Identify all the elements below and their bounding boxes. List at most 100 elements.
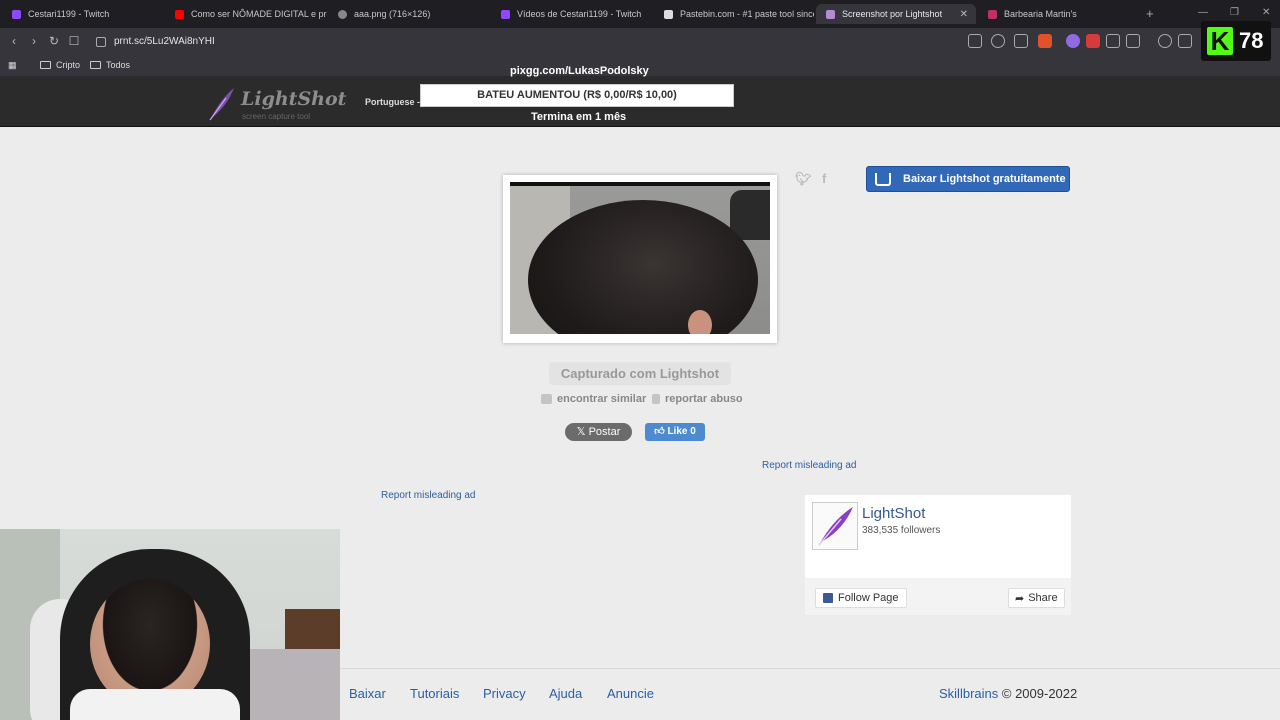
find-similar-link[interactable]: encontrar similar [541, 393, 646, 405]
download-lightshot-button[interactable]: Baixar Lightshot gratuitamente [866, 166, 1070, 192]
tab-lightshot[interactable]: Screenshot por Lightshot ✕ [816, 4, 976, 24]
bookmark-icon[interactable]: ☐ [66, 33, 82, 49]
tab-title: aaa.png (716×126) [354, 9, 431, 19]
close-window-icon[interactable]: ✕ [1262, 7, 1270, 18]
webcam-bed [240, 649, 340, 720]
reload-icon[interactable]: ↻ [46, 33, 62, 49]
folder-icon [40, 61, 51, 69]
bookmark-folder-todos[interactable]: Todos [90, 60, 130, 70]
promo-goal-box: BATEU AUMENTOU (R$ 0,00/R$ 10,00) [420, 84, 734, 107]
captured-with-lightshot: Capturado com Lightshot [549, 362, 731, 385]
tweet-button[interactable]: 𝕏 Postar [565, 423, 632, 441]
find-similar-label: encontrar similar [557, 393, 647, 405]
footer-link-anuncie[interactable]: Anuncie [607, 686, 654, 701]
puzzle-icon[interactable] [1106, 34, 1120, 48]
forward-icon[interactable]: › [26, 33, 42, 49]
feather-icon [826, 9, 835, 19]
tab-barbearia[interactable]: Barbearia Martin's [978, 4, 1140, 24]
webcam-overlay [0, 529, 340, 720]
kick-logo-icon: K [1207, 27, 1233, 55]
copyright-years: © 2009-2022 [1001, 686, 1078, 701]
tab-twitch-videos[interactable]: Vídeos de Cestari1199 - Twitch [491, 4, 653, 24]
zoom-icon[interactable] [991, 34, 1005, 48]
language-selector[interactable]: Portuguese - [365, 97, 420, 107]
music-icon[interactable] [1158, 34, 1172, 48]
download-icon [875, 172, 891, 186]
page-avatar[interactable] [812, 502, 858, 550]
skillbrains-link[interactable]: Skillbrains [939, 686, 998, 701]
logo-name: LightShot [241, 88, 347, 110]
minimize-icon[interactable]: — [1198, 7, 1208, 18]
extension-icon[interactable] [1066, 34, 1080, 48]
flag-icon [652, 394, 660, 404]
folder-icon [90, 61, 101, 69]
url-text: prnt.sc/5Lu2WAi8nYHI [114, 36, 215, 47]
share-icon[interactable] [1014, 34, 1028, 48]
pastebin-icon [664, 9, 673, 19]
download-label: Baixar Lightshot gratuitamente [903, 173, 1066, 185]
facebook-icon [823, 593, 833, 603]
tab-title: Barbearia Martin's [1004, 9, 1077, 19]
facebook-icon[interactable]: f [822, 171, 826, 186]
tab-youtube-video[interactable]: Como ser NÔMADE DIGITAL e prog [165, 4, 327, 24]
wallet-icon[interactable] [1126, 34, 1140, 48]
follow-label: Follow Page [838, 592, 899, 604]
like-label: Like 0 [667, 426, 696, 437]
site-info-icon[interactable] [96, 36, 106, 47]
report-ad-link[interactable]: Report misleading ad [762, 460, 857, 471]
extension-icon[interactable] [1086, 34, 1100, 48]
twitter-icon[interactable]: 🐦︎ [795, 171, 812, 187]
tab-title: Vídeos de Cestari1199 - Twitch [517, 9, 642, 19]
browser-tab-bar: Cestari1199 - Twitch Como ser NÔMADE DIG… [0, 0, 1280, 28]
twitch-icon [12, 9, 21, 19]
footer-link-tutoriais[interactable]: Tutoriais [410, 686, 459, 701]
screenshot-image[interactable] [510, 182, 770, 334]
share-button[interactable]: ➦ Share [1008, 588, 1065, 608]
feather-logo-icon [818, 507, 853, 546]
footer-link-ajuda[interactable]: Ajuda [549, 686, 582, 701]
share-label: Share [1028, 592, 1058, 604]
facebook-page-widget: LightShot 383,535 followers Follow Page … [805, 495, 1071, 615]
report-abuse-link[interactable]: reportar abuso [652, 393, 743, 405]
address-bar: ‹ › ↻ ☐ prnt.sc/5Lu2WAi8nYHI [0, 28, 1280, 55]
footer-link-baixar[interactable]: Baixar [349, 686, 386, 701]
sidebar-icon[interactable] [1178, 34, 1192, 48]
tab-title: Como ser NÔMADE DIGITAL e prog [191, 9, 327, 19]
new-tab-icon[interactable]: + [1146, 6, 1154, 21]
facebook-like-button[interactable]: 👍︎ Like 0 [645, 423, 705, 441]
apps-icon[interactable]: ▦ [8, 60, 17, 71]
viewer-count: 78 [1239, 28, 1264, 53]
report-abuse-label: reportar abuso [665, 393, 743, 405]
globe-icon [338, 9, 347, 19]
tab-title: Pastebin.com - #1 paste tool since 2 [680, 9, 814, 19]
tab-title: Screenshot por Lightshot [842, 9, 943, 19]
follower-count: 383,535 followers [862, 525, 941, 536]
url-field[interactable]: prnt.sc/5Lu2WAi8nYHI [90, 31, 950, 52]
maximize-icon[interactable]: ❐ [1230, 7, 1239, 18]
brave-shield-icon[interactable] [1038, 34, 1052, 48]
copyright: Skillbrains © 2009-2022 [939, 686, 1077, 701]
lightshot-logo[interactable]: LightShot screen capture tool [206, 86, 346, 122]
screen-icon[interactable] [968, 34, 982, 48]
thumbs-up-icon: 👍︎ [654, 426, 668, 437]
barbearia-icon [988, 9, 997, 19]
report-ad-link[interactable]: Report misleading ad [381, 490, 476, 501]
tab-title: Cestari1199 - Twitch [28, 9, 110, 19]
bookmark-label: Cripto [56, 60, 81, 70]
x-icon: 𝕏 [576, 426, 589, 438]
share-arrow-icon: ➦ [1015, 592, 1025, 605]
footer-link-privacy[interactable]: Privacy [483, 686, 526, 701]
follow-page-button[interactable]: Follow Page [815, 588, 907, 608]
tab-image[interactable]: aaa.png (716×126) [328, 4, 490, 24]
twitch-icon [501, 9, 510, 19]
tab-twitch-channel[interactable]: Cestari1199 - Twitch [2, 4, 164, 24]
back-icon[interactable]: ‹ [6, 33, 22, 49]
bookmark-label: Todos [106, 60, 131, 70]
bookmark-folder-cripto[interactable]: Cripto [40, 60, 80, 70]
feather-logo-icon [209, 88, 234, 121]
page-name[interactable]: LightShot [862, 505, 925, 522]
webcam-person-shirt [70, 689, 240, 720]
tab-pastebin[interactable]: Pastebin.com - #1 paste tool since 2 [654, 4, 814, 24]
image-ear [688, 310, 712, 334]
close-tab-icon[interactable]: ✕ [960, 9, 968, 20]
